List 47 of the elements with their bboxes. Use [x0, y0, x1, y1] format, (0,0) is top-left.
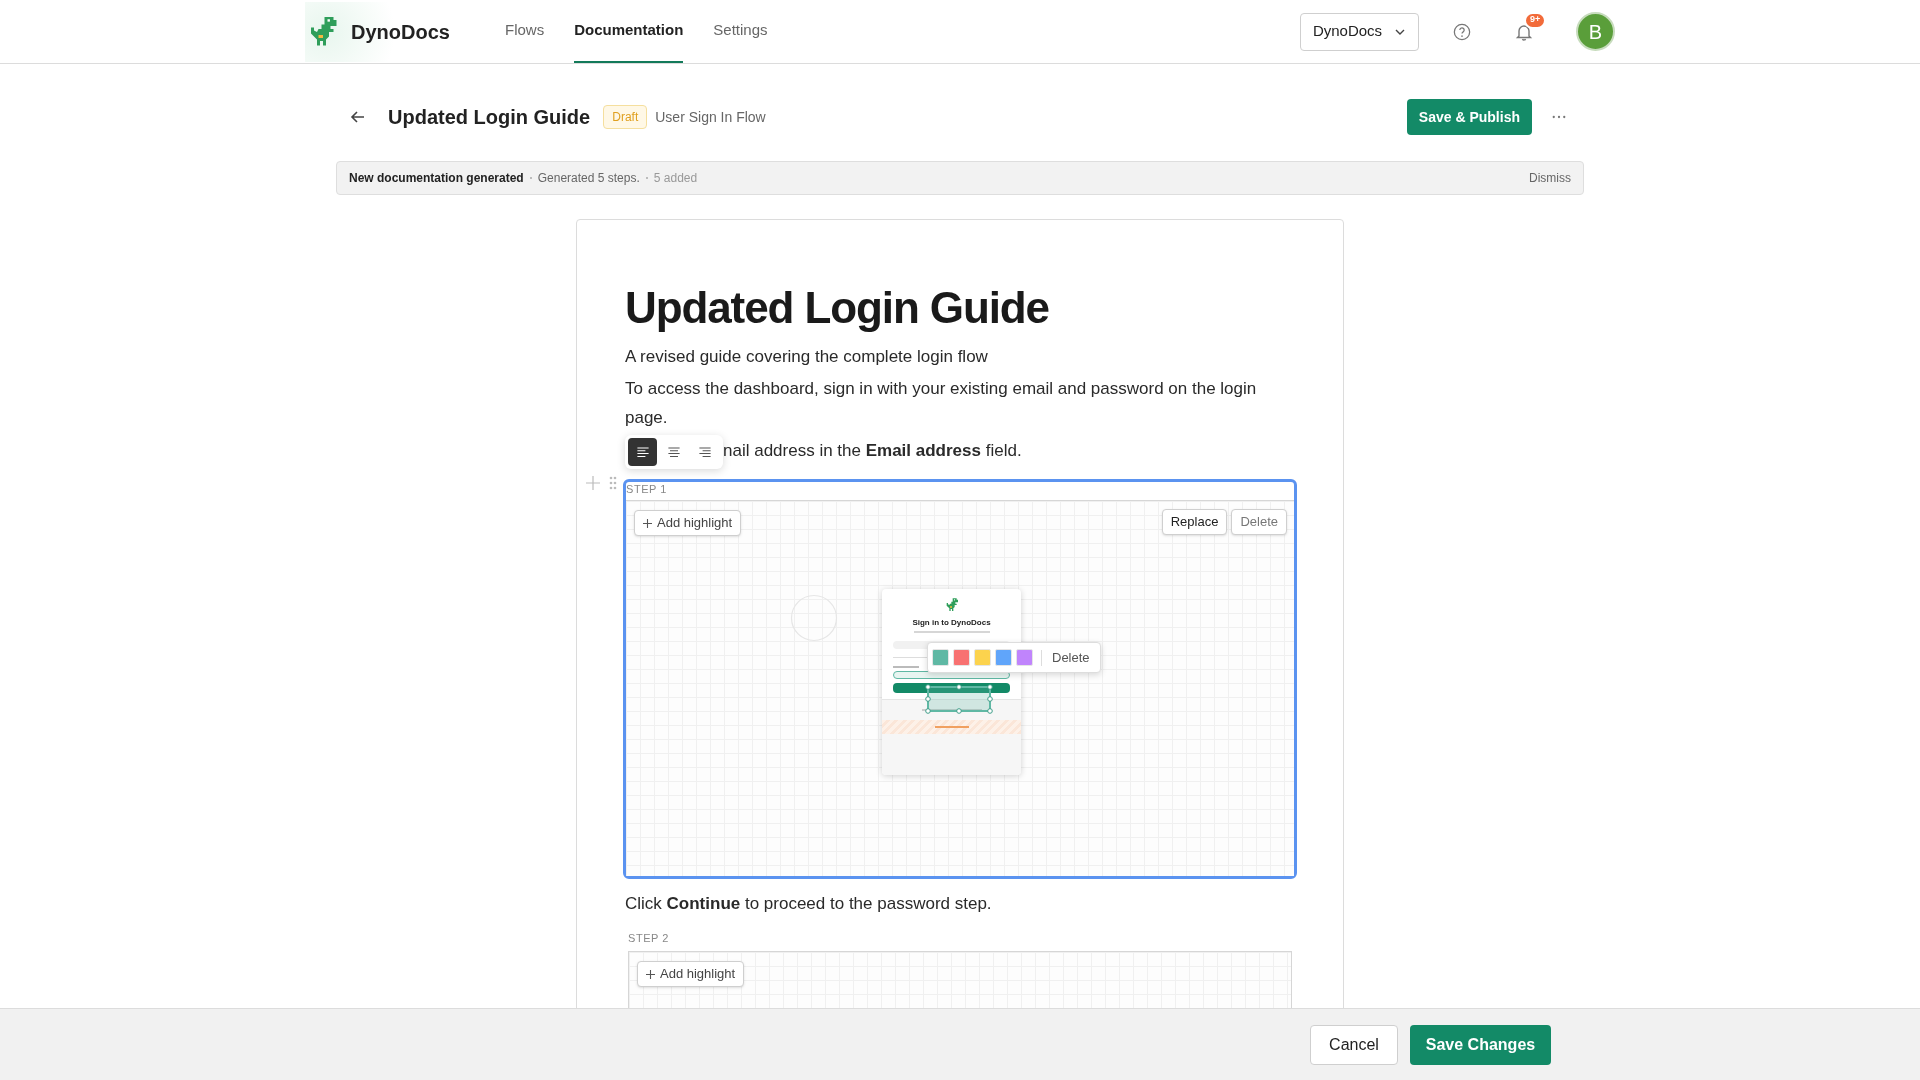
save-publish-button[interactable]: Save & Publish	[1406, 99, 1532, 135]
plus-icon	[646, 969, 655, 979]
step-label: STEP 1	[626, 482, 668, 497]
color-swatch[interactable]	[953, 649, 970, 666]
document-title: Updated Login Guide	[625, 282, 1050, 334]
nav-tab[interactable]: Documentation	[574, 0, 684, 63]
paragraph-text: Click Continue to proceed to the password step.	[625, 893, 993, 915]
align-right-icon	[697, 444, 714, 460]
paragraph-text: To access the dashboard, sign in with your existing email and password on the login page.	[625, 378, 1258, 429]
align-left-button[interactable]	[628, 438, 658, 466]
delete-button[interactable]: Delete	[1231, 509, 1287, 535]
nav-tab[interactable]: Flows	[505, 0, 545, 63]
plus-icon	[643, 518, 652, 528]
dismiss-button[interactable]: Dismiss	[1529, 169, 1571, 187]
step-label: STEP 2	[628, 931, 670, 946]
help-icon[interactable]	[1453, 22, 1471, 41]
brand-name: DynoDocs	[351, 19, 450, 45]
step-block[interactable]: STEP 2 Add highlight	[625, 928, 1295, 1008]
add-highlight-button[interactable]: Add highlight	[634, 510, 742, 536]
delete-highlight-button[interactable]: Delete	[1052, 647, 1090, 668]
color-swatch[interactable]	[1016, 649, 1033, 666]
banner-detail: 5 added	[653, 170, 698, 187]
status-badge: Draft	[603, 105, 648, 129]
color-swatch[interactable]	[974, 649, 991, 666]
drag-handle-icon[interactable]	[609, 476, 617, 490]
save-changes-button[interactable]: Save Changes	[1410, 1024, 1551, 1065]
color-swatch[interactable]	[995, 649, 1012, 666]
replace-button[interactable]: Replace	[1161, 509, 1228, 535]
nav-tab[interactable]: Settings	[713, 0, 768, 63]
highlight-selection[interactable]	[925, 684, 993, 714]
page-title: Updated Login Guide	[388, 105, 591, 130]
workspace-dropdown[interactable]: DynoDocs	[1300, 12, 1419, 51]
notification-badge: 9+	[1524, 11, 1547, 29]
signin-title: Sign in to DynoDocs	[912, 619, 991, 627]
paragraph-text: nail address in the Email address field.	[723, 440, 1022, 462]
banner-title: New documentation generated	[349, 170, 524, 187]
paragraph-text: A revised guide covering the complete login flow	[625, 346, 989, 368]
step-block[interactable]: STEP 1 Add highlight Replace Delete Sign in to DynoDocs Delete	[623, 479, 1297, 879]
color-swatch[interactable]	[932, 649, 949, 666]
label-line	[893, 666, 919, 668]
flow-name: User Sign In Flow	[655, 107, 766, 127]
banner-detail: Generated 5 steps.	[537, 170, 640, 187]
cancel-button[interactable]: Cancel	[1310, 1024, 1398, 1065]
add-highlight-button[interactable]: Add highlight	[637, 961, 745, 987]
align-left-icon	[634, 444, 651, 460]
more-options-icon[interactable]	[1552, 115, 1566, 119]
align-center-icon	[666, 444, 682, 460]
